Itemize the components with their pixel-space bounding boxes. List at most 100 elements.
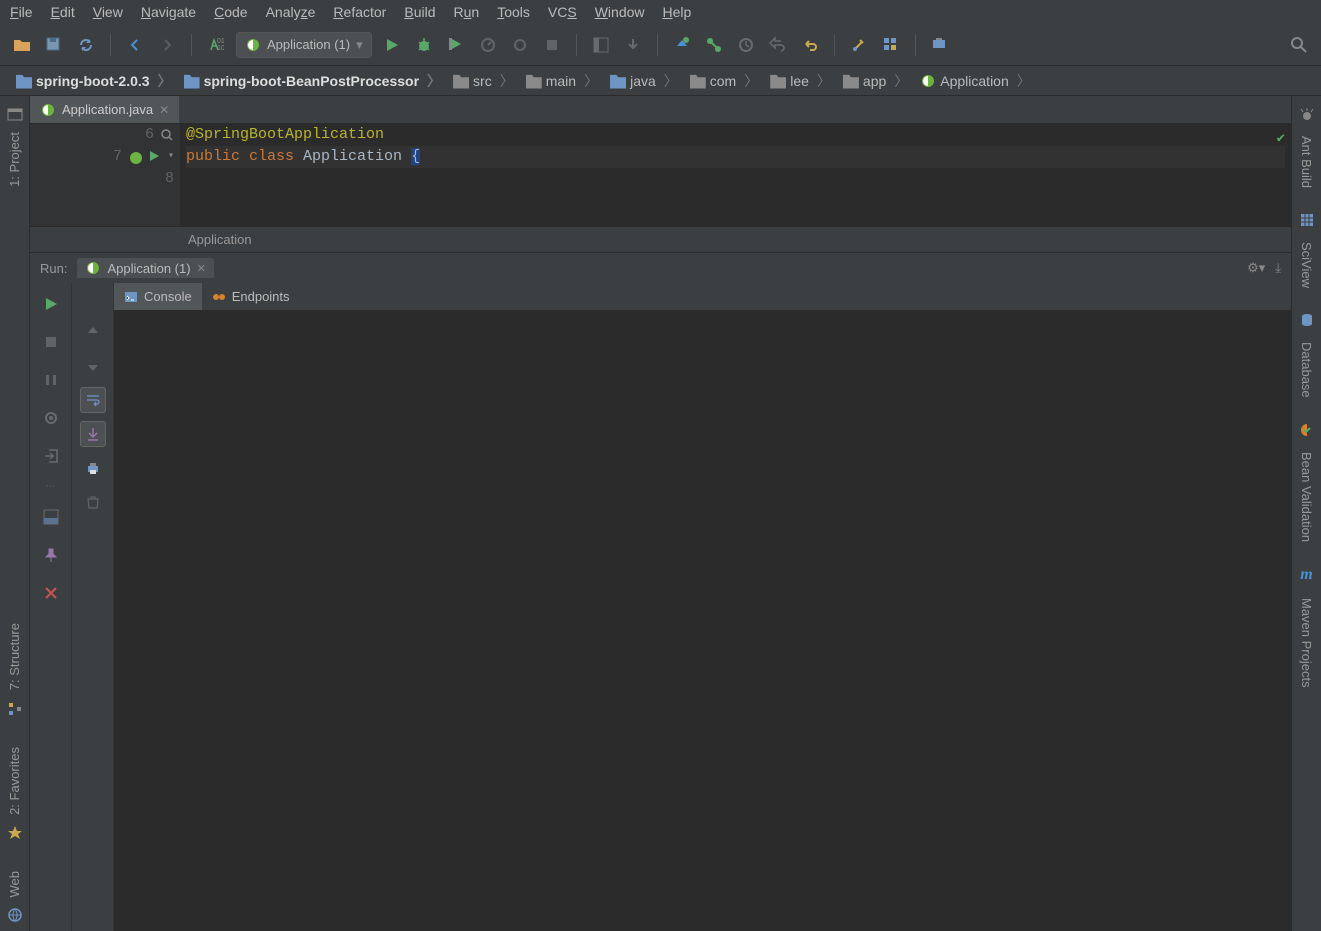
vcs-update-icon[interactable] bbox=[670, 33, 694, 57]
scroll-to-end-icon[interactable] bbox=[80, 421, 106, 447]
sdk-icon[interactable] bbox=[928, 33, 952, 57]
debug-icon[interactable] bbox=[412, 33, 436, 57]
close-icon[interactable]: ✕ bbox=[197, 262, 206, 275]
breadcrumb-item[interactable]: main〉 bbox=[520, 69, 604, 93]
menu-navigate[interactable]: Navigate bbox=[141, 4, 196, 20]
pause-icon[interactable] bbox=[38, 367, 64, 393]
build-icon[interactable]: 0110 bbox=[204, 33, 228, 57]
vcs-history-icon[interactable] bbox=[734, 33, 758, 57]
down-icon[interactable] bbox=[80, 353, 106, 379]
console-output[interactable] bbox=[114, 311, 1291, 931]
console-action-bar bbox=[72, 283, 114, 931]
chevron-down-icon[interactable]: ▾ bbox=[168, 146, 174, 168]
exit-icon[interactable] bbox=[38, 443, 64, 469]
breadcrumb-item[interactable]: Application〉 bbox=[914, 69, 1037, 93]
menu-window[interactable]: Window bbox=[595, 4, 645, 20]
open-icon[interactable] bbox=[10, 33, 34, 57]
stop-icon[interactable] bbox=[540, 33, 564, 57]
breadcrumb-item[interactable]: spring-boot-2.0.3〉 bbox=[10, 69, 178, 93]
layout-icon[interactable] bbox=[589, 33, 613, 57]
undo-icon[interactable] bbox=[798, 33, 822, 57]
web-tool-tab[interactable]: Web bbox=[5, 865, 24, 904]
run-config-selector[interactable]: Application (1) ▾ bbox=[236, 32, 372, 58]
dump-icon[interactable] bbox=[38, 405, 64, 431]
endpoints-tab[interactable]: Endpoints bbox=[202, 283, 300, 310]
console-icon bbox=[124, 290, 138, 304]
search-gutter-icon[interactable] bbox=[160, 128, 174, 142]
breadcrumb-item[interactable]: spring-boot-BeanPostProcessor〉 bbox=[178, 69, 447, 93]
chevron-right-icon: 〉 bbox=[1017, 71, 1031, 91]
menu-tools[interactable]: Tools bbox=[497, 4, 530, 20]
database-tab[interactable]: Database bbox=[1297, 336, 1316, 404]
menu-analyze[interactable]: Analyze bbox=[266, 4, 316, 20]
breadcrumb-item[interactable]: app〉 bbox=[837, 69, 914, 93]
menu-refactor[interactable]: Refactor bbox=[333, 4, 386, 20]
menu-edit[interactable]: Edit bbox=[51, 4, 75, 20]
search-everywhere-icon[interactable] bbox=[1287, 33, 1311, 57]
close-icon[interactable] bbox=[38, 580, 64, 606]
project-structure-icon[interactable] bbox=[879, 33, 903, 57]
print-icon[interactable] bbox=[80, 455, 106, 481]
chevron-right-icon: 〉 bbox=[744, 71, 758, 91]
rerun-icon[interactable] bbox=[38, 291, 64, 317]
spring-icon bbox=[920, 73, 936, 89]
sciview-tab[interactable]: SciView bbox=[1297, 236, 1316, 294]
project-tool-tab[interactable]: 1: Project bbox=[5, 126, 24, 193]
settings-icon[interactable] bbox=[847, 33, 871, 57]
pin-icon[interactable] bbox=[38, 542, 64, 568]
favorites-tool-tab[interactable]: 2: Favorites bbox=[5, 741, 24, 821]
bean-validation-icon bbox=[1299, 422, 1315, 438]
editor-gutter: 6 7▾ 8 bbox=[30, 124, 180, 226]
menu-help[interactable]: Help bbox=[663, 4, 692, 20]
clear-icon[interactable] bbox=[80, 489, 106, 515]
structure-tool-tab[interactable]: 7: Structure bbox=[5, 617, 24, 696]
vcs-rollback-icon[interactable] bbox=[766, 33, 790, 57]
folder-icon bbox=[526, 73, 542, 89]
run-tab[interactable]: Application (1) ✕ bbox=[77, 258, 213, 278]
bean-validation-tab[interactable]: Bean Validation bbox=[1297, 446, 1316, 548]
run-gutter-icon[interactable] bbox=[148, 150, 162, 164]
breadcrumb-item[interactable]: lee〉 bbox=[764, 69, 837, 93]
code-area[interactable]: @SpringBootApplication public class Appl… bbox=[180, 124, 1291, 226]
back-icon[interactable] bbox=[123, 33, 147, 57]
stop-icon[interactable] bbox=[38, 329, 64, 355]
folder-icon bbox=[16, 73, 32, 89]
breadcrumb-item[interactable]: com〉 bbox=[684, 69, 764, 93]
gear-icon[interactable]: ⚙▾ bbox=[1247, 260, 1265, 276]
soft-wrap-icon[interactable] bbox=[80, 387, 106, 413]
chevron-right-icon: 〉 bbox=[894, 71, 908, 91]
coverage-icon[interactable] bbox=[444, 33, 468, 57]
spring-gutter-icon[interactable] bbox=[128, 150, 142, 164]
profile-icon[interactable] bbox=[476, 33, 500, 57]
editor-tab[interactable]: Application.java ✕ bbox=[30, 96, 179, 123]
update-icon[interactable] bbox=[621, 33, 645, 57]
save-all-icon[interactable] bbox=[42, 33, 66, 57]
maven-projects-tab[interactable]: Maven Projects bbox=[1297, 592, 1316, 694]
menu-code[interactable]: Code bbox=[214, 4, 247, 20]
up-icon[interactable] bbox=[80, 319, 106, 345]
chevron-right-icon: 〉 bbox=[664, 71, 678, 91]
attach-icon[interactable] bbox=[508, 33, 532, 57]
sync-icon[interactable] bbox=[74, 33, 98, 57]
close-icon[interactable]: ✕ bbox=[159, 103, 169, 117]
breadcrumb-item[interactable]: src〉 bbox=[447, 69, 520, 93]
minimize-icon[interactable]: ⤓ bbox=[1275, 260, 1281, 276]
menu-build[interactable]: Build bbox=[404, 4, 435, 20]
ant-build-tab[interactable]: Ant Build bbox=[1297, 130, 1316, 194]
web-icon bbox=[7, 907, 23, 923]
vcs-commit-icon[interactable] bbox=[702, 33, 726, 57]
menu-vcs[interactable]: VCS bbox=[548, 4, 577, 20]
menu-view[interactable]: View bbox=[93, 4, 123, 20]
menu-file[interactable]: File bbox=[10, 4, 33, 20]
inspection-ok-icon[interactable]: ✔ bbox=[1277, 130, 1285, 147]
console-tab[interactable]: Console bbox=[114, 283, 202, 310]
run-icon[interactable] bbox=[380, 33, 404, 57]
endpoints-icon bbox=[212, 290, 226, 304]
code-editor[interactable]: 6 7▾ 8 @SpringBootApplication public cla… bbox=[30, 124, 1291, 226]
editor-context-label[interactable]: Application bbox=[188, 232, 252, 247]
layout-settings-icon[interactable] bbox=[38, 504, 64, 530]
menu-run[interactable]: Run bbox=[454, 4, 480, 20]
forward-icon[interactable] bbox=[155, 33, 179, 57]
chevron-right-icon: 〉 bbox=[500, 71, 514, 91]
breadcrumb-item[interactable]: java〉 bbox=[604, 69, 684, 93]
